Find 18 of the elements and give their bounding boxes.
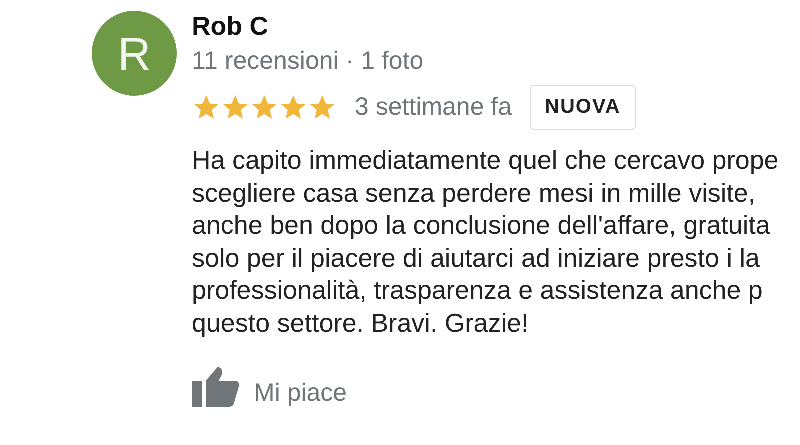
star-icon [279,93,308,122]
star-icon [192,93,221,122]
review-text-line: scegliere casa senza perdere mesi in mille visite, [192,176,757,209]
like-button[interactable]: Mi piace [254,379,348,407]
new-badge: NUOVA [530,85,636,130]
review-text-line: anche ben dopo la conclusione dell'affare, gratuita [192,209,772,242]
star-icon [221,93,250,122]
review-text-line: Ha capito immediatamente quel che cercavo prope [192,144,779,176]
author-meta: 11 recensioni · 1 foto [192,46,425,76]
thumbs-up-icon[interactable] [192,367,240,407]
star-icon [308,93,337,122]
avatar: R [92,11,177,96]
review-text-line: professionalità, trasparenza e assistenza anche p [192,274,764,306]
review-text-line: solo per il piacere di aiutarci ad iniziare presto i la [192,242,761,274]
review-text-line: questo settore. Bravi. Grazie! [192,306,530,339]
author-name: Rob C [192,11,270,41]
star-icon [250,93,279,122]
review-time: 3 settimane fa [355,93,512,122]
